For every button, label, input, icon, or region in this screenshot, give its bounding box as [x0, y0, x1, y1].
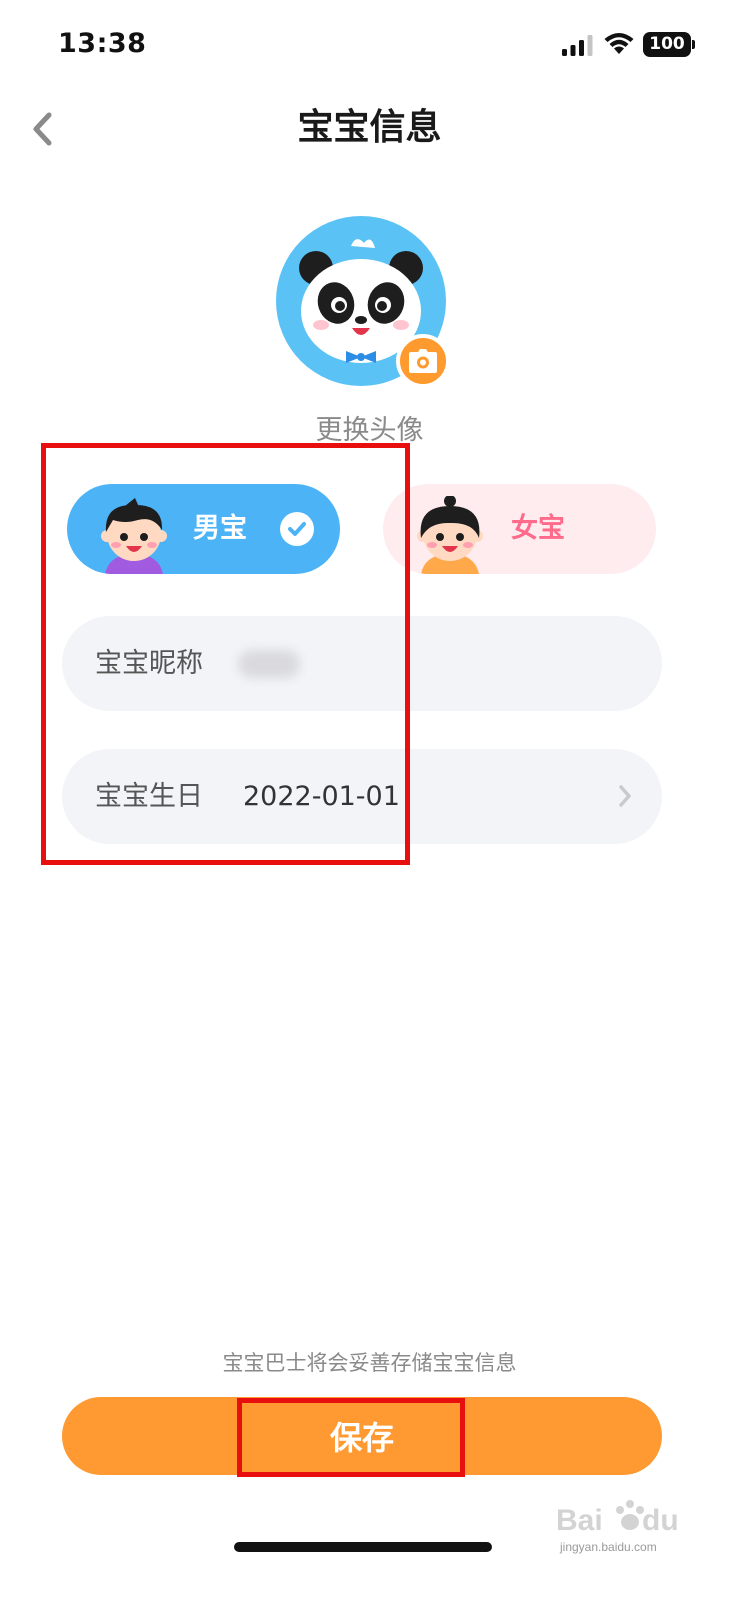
- wifi-icon: [604, 33, 634, 54]
- girl-face-icon: [417, 496, 483, 574]
- battery-tip: [692, 40, 695, 49]
- nickname-input[interactable]: [238, 642, 538, 686]
- page-title: 宝宝信息: [297, 107, 442, 148]
- check-icon: [280, 512, 314, 546]
- avatar-picker[interactable]: [276, 216, 452, 392]
- baidu-watermark-logo: Bai du: [556, 1500, 679, 1537]
- gender-boy-label: 男宝: [193, 513, 247, 544]
- birthday-value: 2022-01-01: [243, 781, 400, 812]
- chevron-right-icon: [619, 785, 631, 807]
- gender-girl-button[interactable]: 女宝: [383, 484, 656, 574]
- svg-text:du: du: [642, 1504, 679, 1537]
- camera-badge: [396, 334, 450, 388]
- status-bar: 13:38 100: [0, 0, 739, 90]
- gender-boy-button[interactable]: 男宝: [67, 484, 340, 574]
- cellular-signal-icon: [562, 35, 593, 56]
- watermark-url: jingyan.baidu.com: [560, 1540, 657, 1554]
- camera-icon: [409, 349, 437, 373]
- nickname-label: 宝宝昵称: [95, 648, 203, 679]
- save-button[interactable]: 保存: [62, 1397, 662, 1475]
- boy-face-icon: [101, 498, 167, 574]
- battery-indicator: 100: [643, 32, 691, 57]
- change-avatar-link[interactable]: 更换头像: [0, 408, 739, 447]
- birthday-label: 宝宝生日: [95, 781, 203, 812]
- birthday-field[interactable]: 宝宝生日 2022-01-01: [62, 749, 662, 844]
- nickname-field: 宝宝昵称: [62, 616, 662, 711]
- privacy-note: 宝宝巴士将会妥善存储宝宝信息: [222, 1351, 517, 1375]
- status-time: 13:38: [58, 28, 147, 59]
- svg-text:Bai: Bai: [556, 1504, 603, 1537]
- gender-girl-label: 女宝: [511, 513, 565, 544]
- home-indicator: [234, 1542, 492, 1552]
